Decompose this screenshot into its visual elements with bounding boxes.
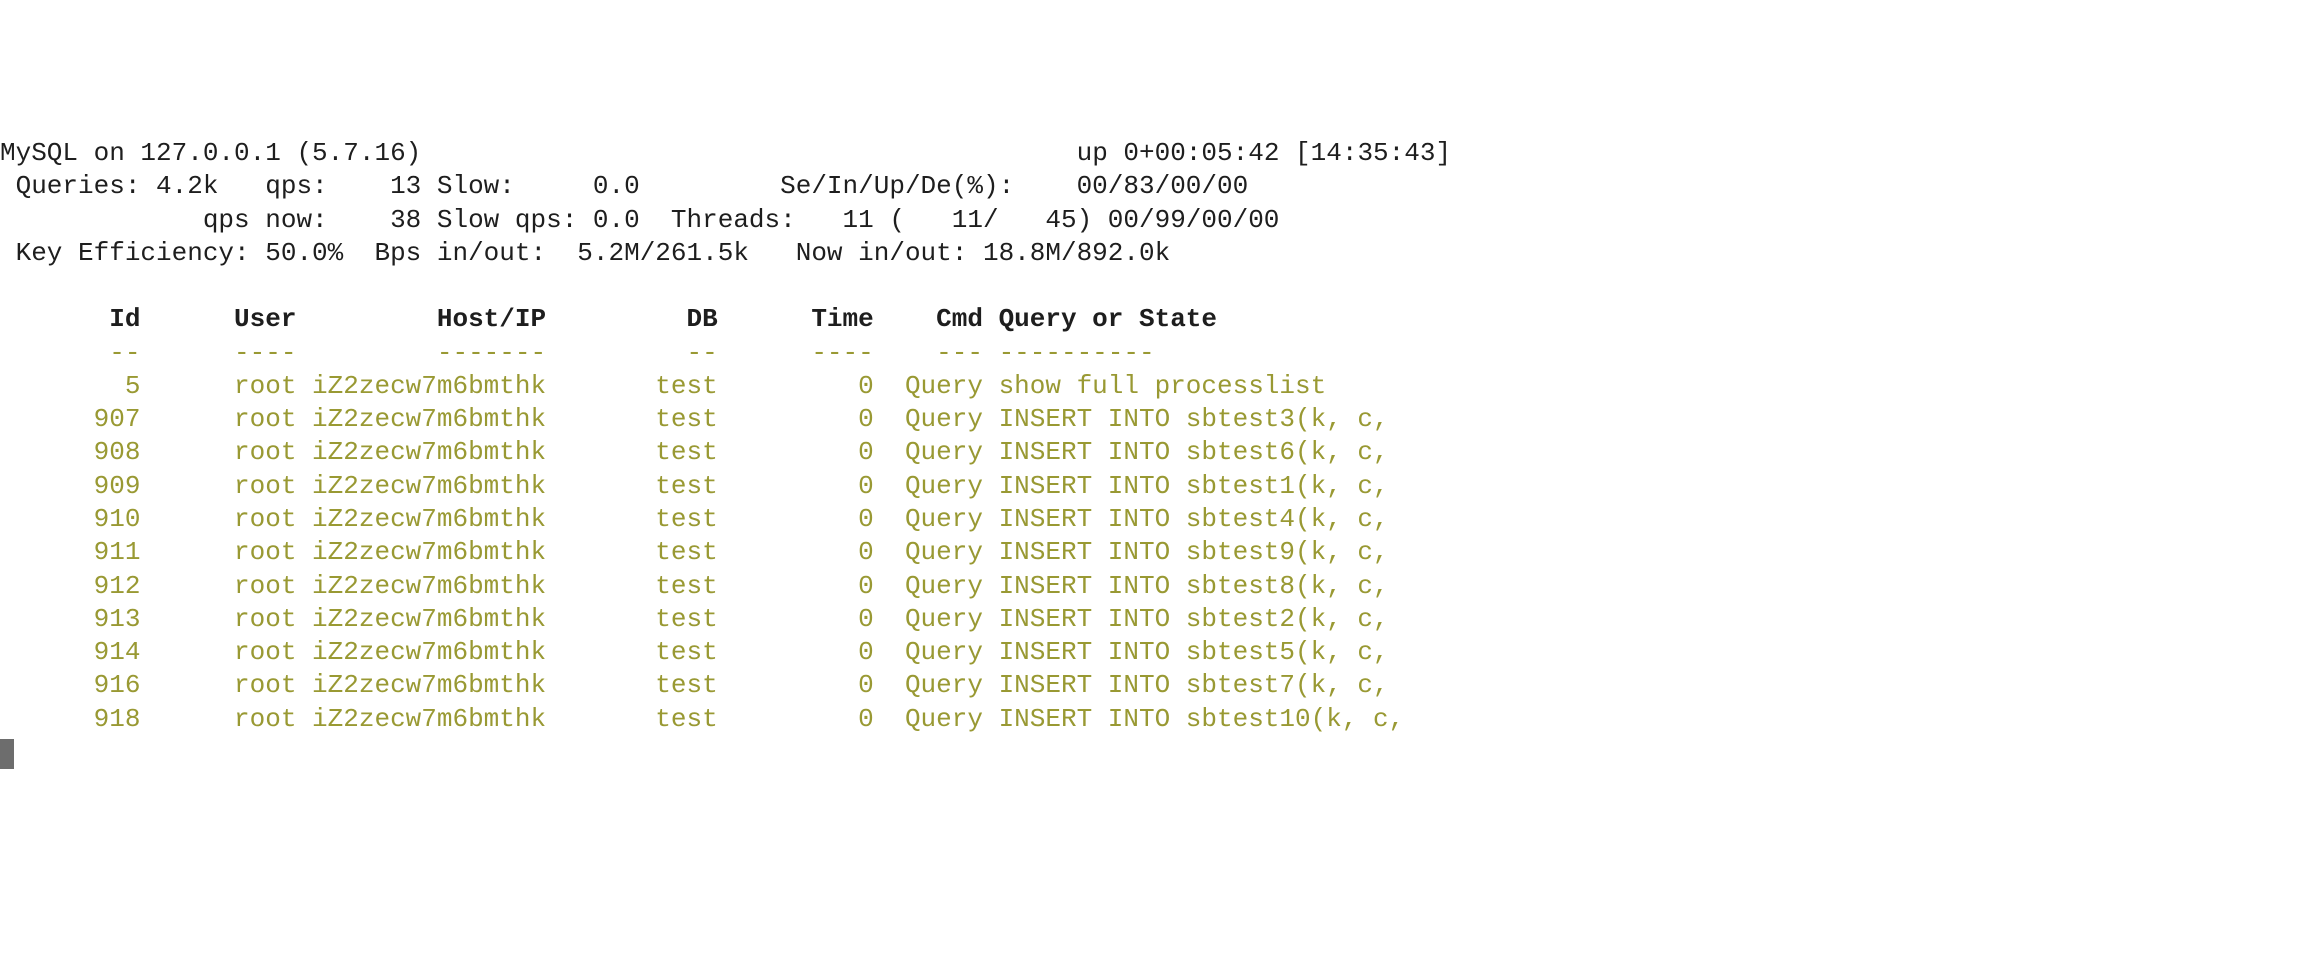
- process-row: 909 root iZ2zecw7m6bmthk test 0 Query IN…: [0, 470, 2320, 503]
- stats-line-3: Key Efficiency: 50.0% Bps in/out: 5.2M/2…: [0, 237, 2320, 270]
- cursor-block-icon: [0, 739, 14, 769]
- process-row: 912 root iZ2zecw7m6bmthk test 0 Query IN…: [0, 570, 2320, 603]
- cursor-line: [0, 736, 2320, 769]
- stats-line-2: qps now: 38 Slow qps: 0.0 Threads: 11 ( …: [0, 204, 2320, 237]
- process-row: 5 root iZ2zecw7m6bmthk test 0 Query show…: [0, 370, 2320, 403]
- process-row: 916 root iZ2zecw7m6bmthk test 0 Query IN…: [0, 669, 2320, 702]
- terminal-output: MySQL on 127.0.0.1 (5.7.16) up 0+00:05:4…: [0, 137, 2320, 769]
- process-row: 908 root iZ2zecw7m6bmthk test 0 Query IN…: [0, 436, 2320, 469]
- process-table-dashes: -- ---- ------- -- ---- --- ----------: [0, 337, 2320, 370]
- process-row: 910 root iZ2zecw7m6bmthk test 0 Query IN…: [0, 503, 2320, 536]
- blank-line: [0, 270, 2320, 303]
- process-row: 911 root iZ2zecw7m6bmthk test 0 Query IN…: [0, 536, 2320, 569]
- process-table-headers: Id User Host/IP DB Time Cmd Query or Sta…: [0, 303, 2320, 336]
- process-row: 913 root iZ2zecw7m6bmthk test 0 Query IN…: [0, 603, 2320, 636]
- server-info: MySQL on 127.0.0.1 (5.7.16): [0, 138, 421, 168]
- stats-line-1: Queries: 4.2k qps: 13 Slow: 0.0 Se/In/Up…: [0, 170, 2320, 203]
- header-title-line: MySQL on 127.0.0.1 (5.7.16) up 0+00:05:4…: [0, 137, 2320, 170]
- uptime-clock: up 0+00:05:42 [14:35:43]: [1077, 138, 1451, 168]
- process-row: 918 root iZ2zecw7m6bmthk test 0 Query IN…: [0, 703, 2320, 736]
- process-row: 907 root iZ2zecw7m6bmthk test 0 Query IN…: [0, 403, 2320, 436]
- process-row: 914 root iZ2zecw7m6bmthk test 0 Query IN…: [0, 636, 2320, 669]
